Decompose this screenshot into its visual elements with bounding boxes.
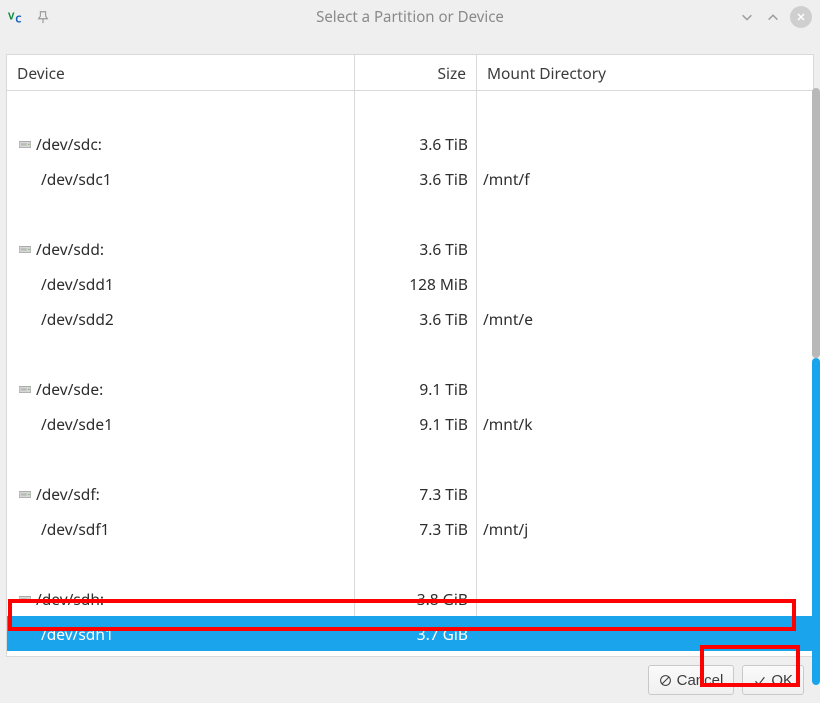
cancel-button[interactable]: Cancel [648,665,735,695]
button-bar: Cancel OK [0,657,820,703]
table-row[interactable]: /dev/sdd: 3.6 TiB [7,231,813,266]
mount-directory [477,581,813,616]
device-size: 3.7 GiB [355,616,477,651]
device-size: 3.8 GiB [355,581,477,616]
ok-icon [753,674,766,687]
content-area: Device Size Mount Directory /dev/sdc: 3.6… [0,34,820,657]
drive-icon [19,489,31,499]
mount-directory: /mnt/e [477,301,813,336]
table-row-blank [7,196,813,231]
device-path: /dev/sdh: [36,588,104,610]
device-path: /dev/sde1 [41,413,113,435]
table-body: /dev/sdc: 3.6 TiB/dev/sdc1 3.6 TiB/mnt/f/d… [7,91,813,656]
chevron-down-icon[interactable] [738,8,756,26]
drive-icon [19,594,31,604]
cancel-icon [659,674,672,687]
device-path: /dev/sdd: [36,238,104,260]
chevron-up-icon[interactable] [764,8,782,26]
table-row-blank [7,91,813,126]
mount-directory [477,126,813,161]
drive-icon [19,139,31,149]
device-path: /dev/sde: [36,378,103,400]
close-button[interactable] [790,6,812,28]
mount-directory: /mnt/f [477,161,813,196]
table-row[interactable]: /dev/sdf1 7.3 TiB/mnt/j [7,511,813,546]
window-title: Select a Partition or Device [0,7,820,27]
device-path: /dev/sdc: [36,133,102,155]
drive-icon [19,244,31,254]
pin-icon[interactable] [36,10,50,24]
table-row[interactable]: /dev/sdc1 3.6 TiB/mnt/f [7,161,813,196]
table-header: Device Size Mount Directory [7,55,813,91]
table-row[interactable]: /dev/sdc: 3.6 TiB [7,126,813,161]
device-table: Device Size Mount Directory /dev/sdc: 3.6… [6,54,814,657]
device-path: /dev/sdd2 [41,308,114,330]
table-row[interactable]: /dev/sdd2 3.6 TiB/mnt/e [7,301,813,336]
column-header-device[interactable]: Device [7,55,355,91]
device-size: 7.3 TiB [355,511,477,546]
table-row-blank [7,336,813,371]
svg-text:C: C [15,11,22,25]
mount-directory [477,266,813,301]
device-size: 9.1 TiB [355,406,477,441]
app-icon: VC [8,8,26,26]
titlebar: VC Select a Partition or Device [0,0,820,34]
vertical-scrollbar[interactable] [812,88,820,685]
device-path: /dev/sdf1 [41,518,110,540]
column-header-size[interactable]: Size [355,55,477,91]
cancel-label: Cancel [677,672,724,689]
mount-directory [477,371,813,406]
mount-directory: /mnt/k [477,406,813,441]
table-row-blank [7,441,813,476]
table-row[interactable]: /dev/sdf: 7.3 TiB [7,476,813,511]
mount-directory: /mnt/j [477,511,813,546]
dialog-window: VC Select a Partition or Device Device S… [0,0,820,703]
device-size: 3.6 TiB [355,126,477,161]
device-path: /dev/sdd1 [41,273,114,295]
mount-directory [477,231,813,266]
device-size: 9.1 TiB [355,371,477,406]
table-row-blank [7,546,813,581]
mount-directory [477,476,813,511]
device-size: 3.6 TiB [355,231,477,266]
drive-icon [19,384,31,394]
mount-directory [477,616,813,651]
table-row[interactable]: /dev/sdh1 3.7 GiB [7,616,813,651]
device-size: 7.3 TiB [355,476,477,511]
table-row[interactable]: /dev/sdh: 3.8 GiB [7,581,813,616]
device-path: /dev/sdh1 [41,623,114,645]
device-size: 3.6 TiB [355,301,477,336]
svg-text:V: V [8,9,15,23]
device-size: 128 MiB [355,266,477,301]
device-path: /dev/sdc1 [41,168,112,190]
table-row[interactable]: /dev/sdd1 128 MiB [7,266,813,301]
table-row[interactable]: /dev/sde1 9.1 TiB/mnt/k [7,406,813,441]
ok-button[interactable]: OK [742,665,804,695]
table-row[interactable]: /dev/sde: 9.1 TiB [7,371,813,406]
column-header-mount[interactable]: Mount Directory [477,55,813,91]
ok-label: OK [771,672,793,689]
device-path: /dev/sdf: [36,483,100,505]
device-size: 3.6 TiB [355,161,477,196]
